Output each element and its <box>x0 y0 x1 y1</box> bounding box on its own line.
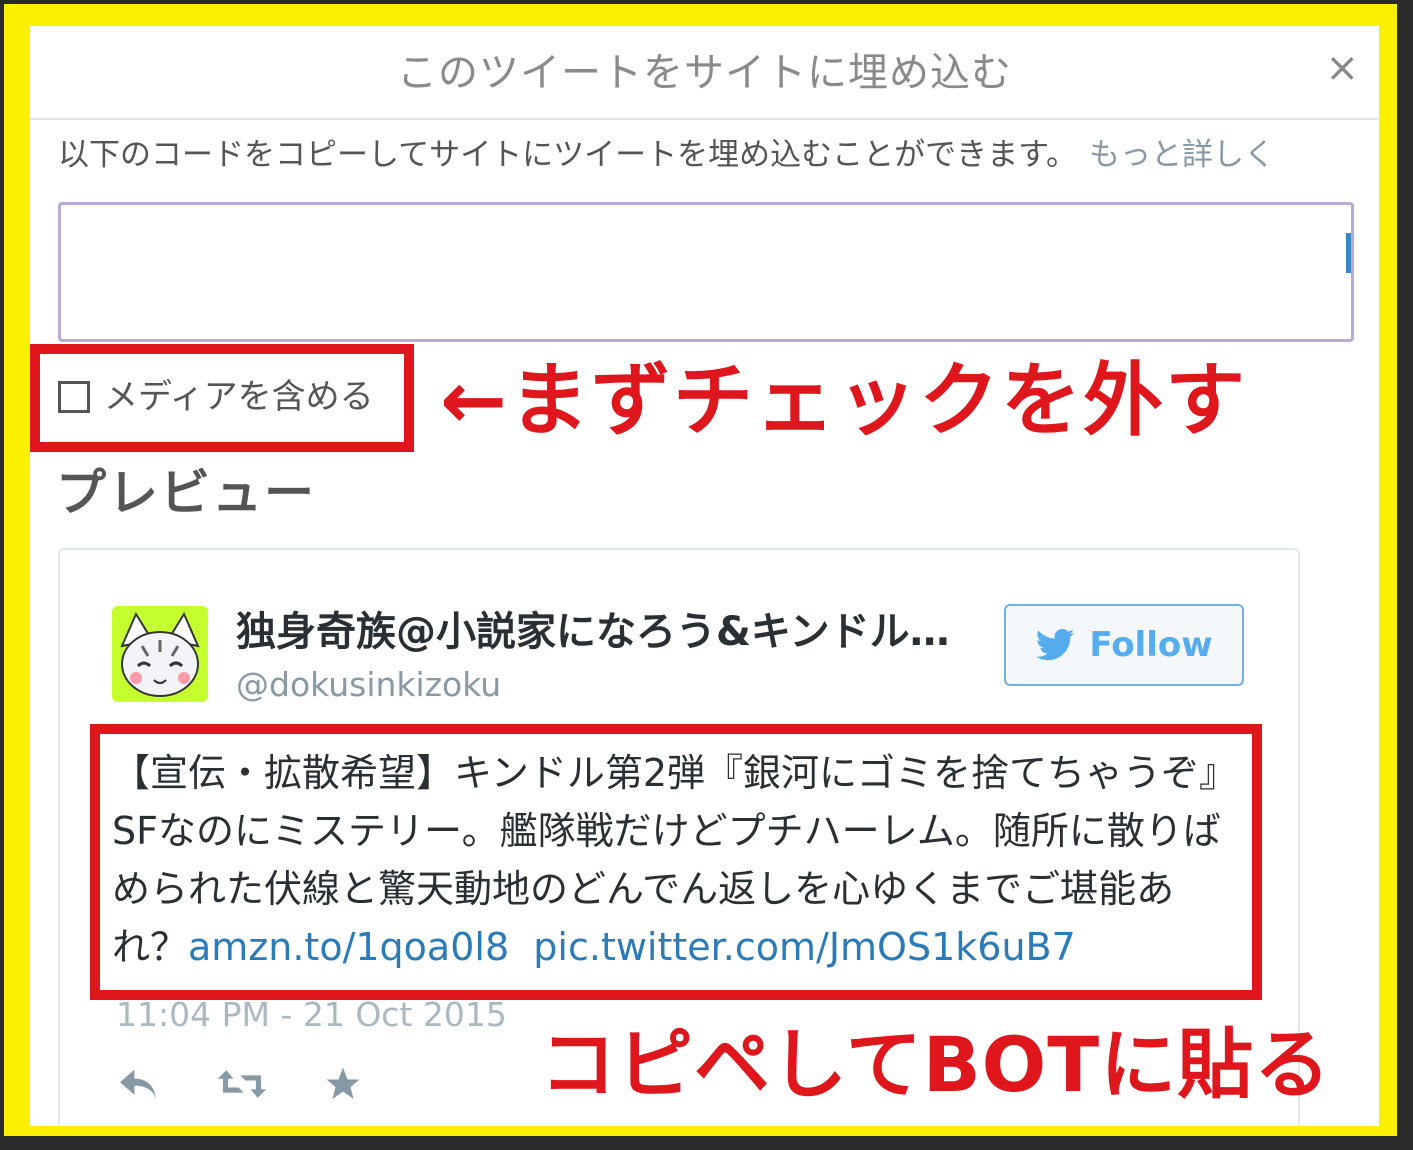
tweet-link-pic[interactable]: pic.twitter.com/JmOS1k6uB7 <box>533 925 1075 969</box>
tweet-text: 【宣伝・拡散希望】キンドル第2弾『銀河にゴミを捨てちゃうぞ』SFなのにミステリー… <box>112 744 1242 976</box>
header-divider <box>30 118 1379 120</box>
favorite-star-icon[interactable] <box>324 1066 362 1102</box>
reply-icon[interactable] <box>116 1066 160 1102</box>
tweet-handle[interactable]: @dokusinkizoku <box>236 660 501 710</box>
close-icon[interactable]: × <box>1325 48 1359 88</box>
avatar[interactable] <box>112 606 208 702</box>
textarea-scrollbar[interactable] <box>1346 233 1351 273</box>
tweet-link-amazon[interactable]: amzn.to/1qoa0l8 <box>188 925 509 969</box>
include-media-option[interactable]: メディアを含める <box>58 372 374 422</box>
dialog-title: このツイートをサイトに埋め込む <box>397 50 1012 96</box>
embed-code-textarea[interactable] <box>58 202 1354 342</box>
follow-label: Follow <box>1089 625 1213 665</box>
tweet-actions <box>116 1066 418 1102</box>
learn-more-link[interactable]: もっと詳しく <box>1089 137 1275 173</box>
twitter-bird-icon <box>1036 629 1075 661</box>
preview-heading: プレビュー <box>56 464 316 522</box>
copy-annotation: コピペしてBOTに貼る <box>540 1020 1332 1109</box>
tweet-timestamp[interactable]: 11:04 PM - 21 Oct 2015 <box>116 990 507 1040</box>
include-media-label: メディアを含める <box>104 377 374 417</box>
include-media-checkbox[interactable] <box>58 381 90 413</box>
description-text: 以下のコードをコピーしてサイトにツイートを埋め込むことができます。 <box>58 137 1077 173</box>
embed-dialog: このツイートをサイトに埋め込む × 以下のコードをコピーしてサイトにツイートを埋… <box>30 26 1379 1126</box>
checkbox-annotation: ←まずチェックを外す <box>440 354 1248 447</box>
cat-avatar-icon <box>112 606 208 702</box>
tweet-display-name[interactable]: 独身奇族@小説家になろう&キンドル… <box>236 604 966 660</box>
dialog-description: 以下のコードをコピーしてサイトにツイートを埋め込むことができます。 もっと詳しく <box>58 130 1275 180</box>
follow-button[interactable]: Follow <box>1004 604 1244 686</box>
retweet-icon[interactable] <box>216 1066 268 1102</box>
